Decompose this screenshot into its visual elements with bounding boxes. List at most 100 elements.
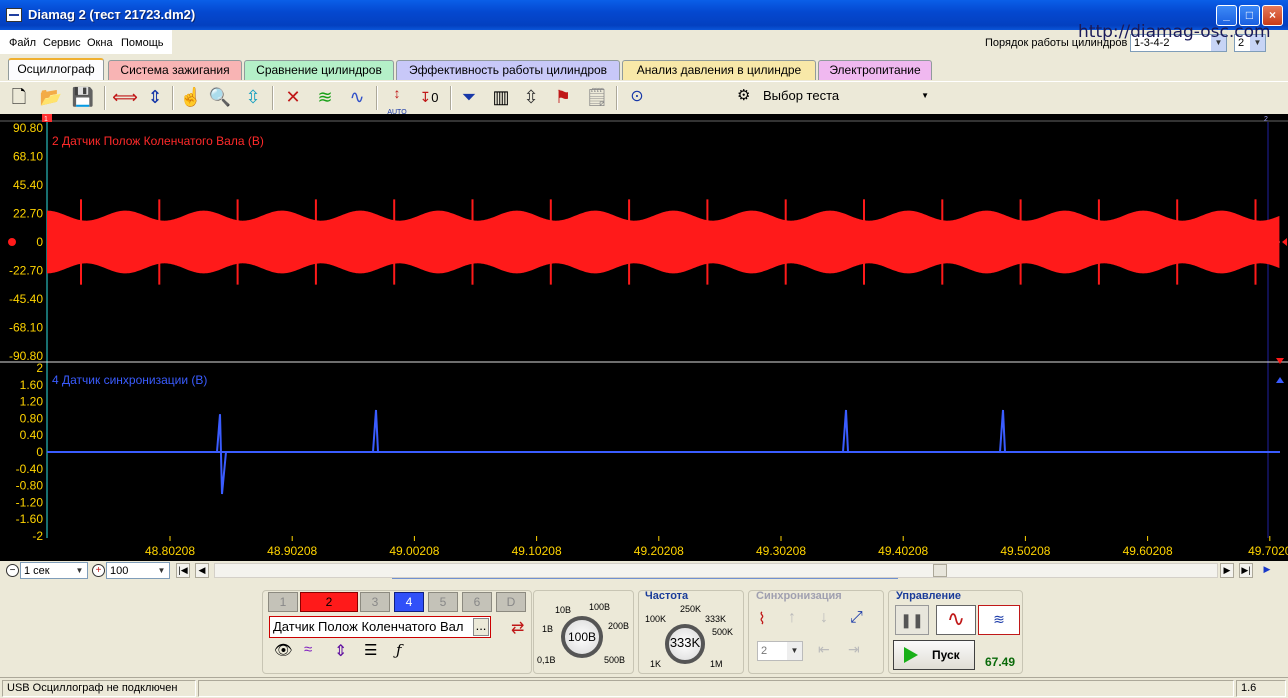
sensor-swap-icon[interactable]: ⇄ — [511, 618, 531, 638]
sync-up-icon[interactable]: ↑ — [788, 609, 796, 627]
pause-icon[interactable]: ❚❚ — [895, 605, 929, 635]
time-per-div-select[interactable]: 1 сек ▼ — [20, 562, 88, 579]
x-tick-label: 49.7020 — [1248, 544, 1288, 558]
y-tick-label-bottom: -2 — [32, 529, 43, 543]
channel-1-button[interactable]: 1 — [268, 592, 298, 612]
zoom-icon[interactable]: 🔍 — [207, 85, 233, 111]
zoom-out-icon[interactable]: − — [6, 564, 19, 577]
function-icon[interactable]: ƒ — [396, 641, 418, 663]
wave-filter-icon[interactable]: ≈ — [304, 641, 326, 663]
auto-scale-icon[interactable]: ↕ AUTO — [384, 85, 410, 116]
zero-offset-icon[interactable]: ↧0 — [416, 85, 442, 111]
compare-waves-icon[interactable]: ∿ — [344, 85, 370, 111]
menu-help[interactable]: Помощь — [121, 37, 164, 49]
frequency-mark: 250K — [680, 604, 702, 614]
tab-pressure-analysis[interactable]: Анализ давления в цилиндре — [622, 60, 816, 80]
lines-icon[interactable]: ☰ — [364, 641, 386, 663]
x-tick-label: 49.50208 — [1000, 544, 1050, 558]
x-tick-label: 49.30208 — [756, 544, 806, 558]
overlay-waves-icon[interactable]: ≋ — [312, 85, 338, 111]
play-scroll-button[interactable]: ▶ — [1260, 563, 1274, 578]
sync-down-icon[interactable]: ↓ — [820, 609, 828, 627]
voltage-dial[interactable]: 100В — [561, 616, 603, 658]
y-tick-label-top: 90.80 — [13, 121, 43, 135]
tab-power-supply[interactable]: Электропитание — [818, 60, 932, 80]
sync-pulse — [216, 414, 227, 495]
sensor-browse-button[interactable]: ... — [473, 618, 489, 636]
notes-icon[interactable]: 🗒 — [584, 85, 610, 111]
channel-5-button[interactable]: 5 — [428, 592, 458, 612]
y-tick-label-bottom: -1.60 — [16, 512, 44, 526]
menu-bar: Файл Сервис Окна Помощь — [0, 30, 172, 54]
sync-channel-select[interactable]: 2 ▼ — [757, 641, 803, 661]
sensor-name-field[interactable]: Датчик Полож Коленчатого Вал ... — [269, 616, 491, 638]
channel-3-button[interactable]: 3 — [360, 592, 390, 612]
fit-icon[interactable]: ⇳ — [240, 85, 266, 111]
scrollbar-thumb[interactable] — [933, 564, 947, 577]
time-per-div-value: 1 сек — [24, 565, 50, 577]
cursor-cross-icon[interactable]: ✕ — [280, 85, 306, 111]
time-counter: 67.49 — [985, 655, 1016, 669]
table-icon[interactable]: ▥ — [488, 85, 514, 111]
sync-center-icon[interactable]: ⇥ — [848, 641, 860, 658]
tab-cylinder-compare[interactable]: Сравнение цилиндров — [244, 60, 394, 80]
menu-windows[interactable]: Окна — [87, 37, 113, 49]
y-tick-label-bottom: -0.80 — [16, 479, 44, 493]
zoom-in-icon[interactable]: + — [92, 564, 105, 577]
y-tick-label-top: 0 — [36, 235, 43, 249]
sync-rising-icon[interactable]: ⌇ — [758, 609, 766, 629]
channel-2-zero-marker — [8, 238, 16, 246]
website-watermark: http://diamag-osc.com — [1078, 22, 1271, 42]
continuous-wave-icon[interactable]: ≋ — [978, 605, 1020, 635]
channel-2-button[interactable]: 2 — [300, 592, 358, 612]
start-button[interactable]: Пуск — [893, 640, 975, 670]
scroll-prev-button[interactable]: ◀ — [195, 563, 209, 578]
x-tick-label: 49.20208 — [634, 544, 684, 558]
open-folder-icon[interactable]: 📂 — [38, 85, 64, 111]
tab-oscilloscope[interactable]: Осциллограф — [8, 58, 104, 80]
test-select[interactable]: ⚙ Выбор теста ▼ — [733, 84, 933, 108]
save-icon[interactable]: 💾 — [70, 85, 96, 111]
auto-voltage-icon[interactable]: ⊙ — [624, 85, 650, 111]
y-tick-label-bottom: 0.40 — [20, 428, 44, 442]
vertical-stretch-icon[interactable]: ⇕ — [142, 85, 168, 111]
version-status: 1.6 — [1236, 680, 1286, 697]
scroll-last-button[interactable]: ▶| — [1239, 563, 1253, 578]
sync-title: Синхронизация — [756, 590, 842, 602]
filter-icon[interactable]: ⏷ — [456, 85, 482, 111]
single-wave-icon[interactable]: ∿ — [936, 605, 976, 635]
channel-4-button[interactable]: 4 — [394, 592, 424, 612]
sync-cursor-icon[interactable]: ⤢ — [850, 609, 863, 627]
horizontal-stretch-icon[interactable]: ⟺ — [112, 85, 138, 111]
waveform-canvas[interactable]: 1 2 90.80 68.10 45.40 22.70 0 -22.70 -45.40 -68.1… — [0, 114, 1288, 561]
zoom-percent-select[interactable]: 100 ▼ — [106, 562, 170, 579]
menu-service[interactable]: Сервис — [43, 37, 81, 49]
channel-d-button[interactable]: D — [496, 592, 526, 612]
scroll-first-button[interactable]: |◀ — [176, 563, 190, 578]
x-tick-label: 48.80208 — [145, 544, 195, 558]
scroll-next-button[interactable]: ▶ — [1220, 563, 1234, 578]
sync-pulse — [372, 409, 382, 453]
crankshaft-signal-envelope — [47, 210, 1280, 274]
flag-add-icon[interactable]: ⚑ — [550, 85, 576, 111]
horizontal-scrollbar[interactable] — [214, 563, 1218, 578]
tab-ignition[interactable]: Система зажигания — [108, 60, 242, 80]
channel-2-right-marker — [1282, 238, 1287, 246]
hand-pan-icon[interactable]: ☝ — [178, 85, 204, 111]
oscilloscope-display[interactable]: 1 2 90.80 68.10 45.40 22.70 0 -22.70 -45.40 -68.1… — [0, 114, 1288, 566]
channel-6-button[interactable]: 6 — [462, 592, 492, 612]
eye-icon[interactable]: 👁 — [274, 641, 296, 663]
frequency-dial[interactable]: 333K — [665, 624, 705, 664]
frequency-mark: 1M — [710, 659, 723, 669]
new-file-icon[interactable]: 🗋 — [6, 85, 32, 111]
marker-icon[interactable]: ⇳ — [518, 85, 544, 111]
cursor-1-label: 1 — [44, 116, 48, 123]
invert-icon[interactable]: ⇕ — [334, 641, 356, 663]
frequency-mark: 100K — [645, 614, 667, 624]
y-tick-label-bottom: 1.20 — [20, 395, 44, 409]
voltage-mark: 1В — [542, 624, 554, 634]
tab-cylinder-efficiency[interactable]: Эффективность работы цилиндров — [396, 60, 620, 80]
channel-2-bottom-marker — [1276, 358, 1284, 364]
menu-file[interactable]: Файл — [9, 37, 36, 49]
sync-level-icon[interactable]: ⇤ — [818, 641, 830, 658]
